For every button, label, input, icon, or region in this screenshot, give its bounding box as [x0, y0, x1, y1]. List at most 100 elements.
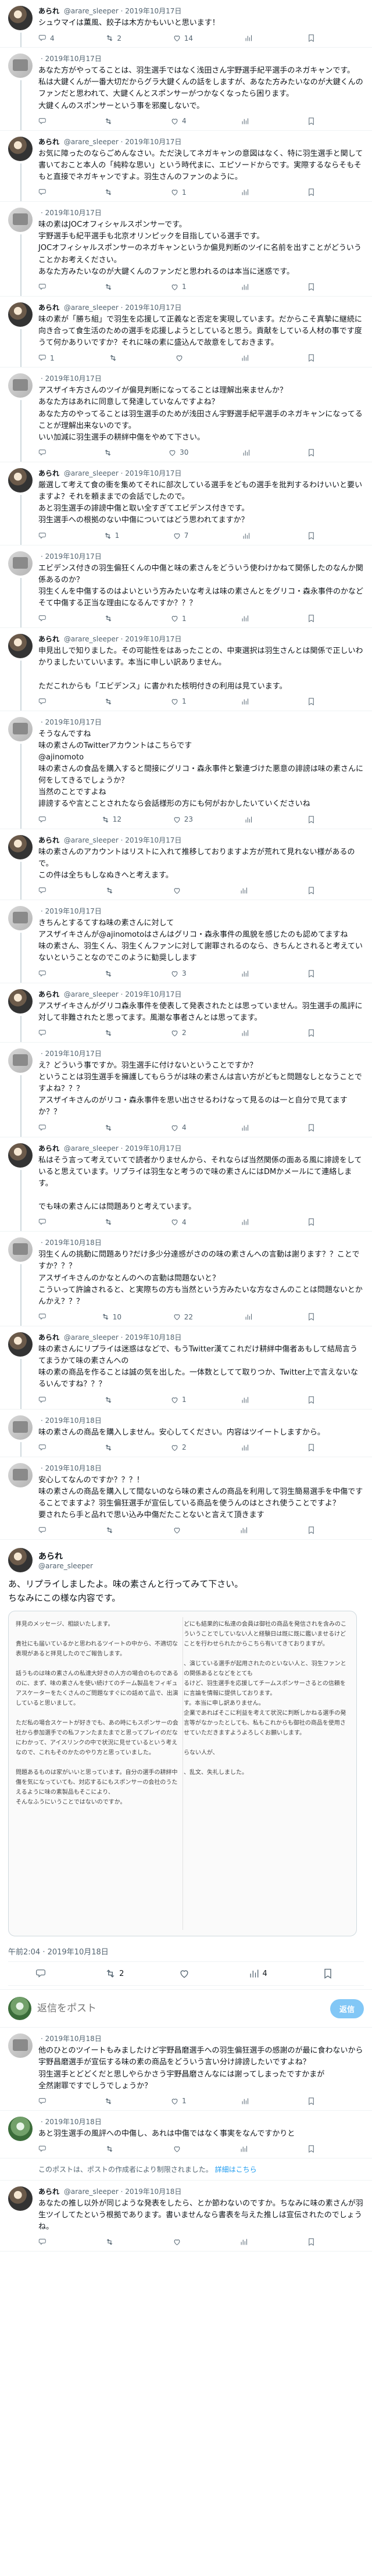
views-button[interactable] [241, 188, 252, 197]
bookmark-button[interactable] [307, 117, 319, 126]
tweet-date[interactable]: 2019年10月17日 [125, 1144, 181, 1153]
author-handle[interactable]: @arare_sleeper [64, 836, 119, 844]
tweet-date[interactable]: 2019年10月18日 [125, 2188, 181, 2196]
tweet-date[interactable]: 2019年10月18日 [45, 1417, 102, 1425]
reply-button[interactable] [38, 448, 50, 457]
reply-tweet[interactable]: あられ @arare_sleeper · 2019年10月17日 お気に障ったの… [0, 131, 372, 202]
views-button[interactable] [241, 614, 252, 623]
tweet-date[interactable]: 2019年10月18日 [45, 2118, 102, 2126]
author-handle[interactable]: @arare_sleeper [38, 1562, 93, 1570]
author-handle[interactable]: @arare_sleeper [64, 1333, 119, 1341]
author-name[interactable]: あられ [38, 990, 59, 998]
post-timestamp[interactable]: 午前2:04 · 2019年10月18日 [8, 1941, 364, 1963]
reply-button[interactable] [38, 815, 50, 824]
retweet-button[interactable] [104, 188, 116, 197]
author-handle[interactable]: @arare_sleeper [64, 635, 119, 643]
reply-tweet[interactable]: · 2019年10月18日 安心してなんのですか？？？！ 味の素さんの商品を購入… [0, 1457, 372, 1540]
avatar[interactable] [8, 208, 33, 233]
bookmark-button[interactable] [307, 283, 319, 291]
reply-input[interactable] [37, 2003, 330, 2015]
like-button[interactable]: 1 [170, 614, 187, 623]
avatar[interactable] [8, 1237, 33, 1262]
reply-button[interactable] [38, 1526, 50, 1535]
avatar[interactable] [8, 1332, 33, 1357]
tweet-date[interactable]: 2019年10月17日 [45, 1050, 102, 1058]
views-button[interactable] [241, 117, 252, 126]
avatar[interactable] [8, 302, 33, 327]
tweet-date[interactable]: 2019年10月18日 [45, 1464, 102, 1472]
reply-button[interactable] [38, 1218, 50, 1226]
author-name[interactable]: あられ [38, 138, 59, 146]
author-name[interactable]: あられ [38, 635, 59, 643]
retweet-button[interactable]: 1 [103, 531, 119, 540]
avatar[interactable] [8, 1143, 33, 1168]
reply-tweet[interactable]: · 2019年10月18日 味の素さんの商品を購入しません。安心してください。内… [0, 1410, 372, 1457]
bookmark-button[interactable] [307, 531, 319, 540]
bookmark-button[interactable] [307, 1218, 319, 1226]
like-button[interactable] [178, 1968, 193, 1979]
like-button[interactable]: 2 [170, 1443, 187, 1452]
like-button[interactable]: 14 [173, 34, 193, 42]
tweet-date[interactable]: 2019年10月17日 [125, 7, 181, 15]
avatar[interactable] [8, 2116, 33, 2141]
reply-button[interactable] [38, 2097, 50, 2106]
author-name[interactable]: あられ [38, 1333, 59, 1341]
avatar[interactable] [8, 551, 33, 576]
tweet-date[interactable]: 2019年10月17日 [45, 718, 102, 726]
like-button[interactable]: 1 [170, 697, 187, 706]
author-name[interactable]: あられ [38, 7, 59, 15]
like-button[interactable]: 4 [170, 117, 187, 126]
views-button[interactable] [241, 354, 252, 362]
reply-tweet[interactable]: あられ @arare_sleeper · 2019年10月18日 味の素さんにリ… [0, 1326, 372, 1410]
author-handle[interactable]: @arare_sleeper [64, 7, 119, 15]
like-button[interactable]: 1 [170, 283, 187, 291]
avatar[interactable] [8, 1415, 33, 1440]
avatar[interactable] [8, 2033, 33, 2058]
tweet-date[interactable]: 2019年10月17日 [125, 990, 181, 998]
reply-button[interactable] [38, 886, 50, 895]
avatar[interactable] [8, 2186, 33, 2211]
reply-button[interactable] [38, 2145, 50, 2153]
bookmark-button[interactable] [307, 697, 319, 706]
bookmark-button[interactable] [307, 354, 319, 362]
retweet-button[interactable] [105, 2238, 117, 2246]
bookmark-button[interactable] [307, 2238, 319, 2246]
like-button[interactable] [173, 886, 184, 895]
retweet-button[interactable] [104, 1123, 116, 1132]
reply-tweet[interactable]: · 2019年10月18日 羽生くんの挑動に問題あり?だけ多少分達感がさのの味の… [0, 1232, 372, 1326]
reply-button[interactable] [38, 969, 50, 978]
views-button[interactable] [244, 1312, 256, 1321]
reply-tweet[interactable]: あられ @arare_sleeper · 2019年10月18日 あなたの推し以… [0, 2181, 372, 2252]
reply-button[interactable] [38, 1443, 50, 1452]
views-button[interactable] [241, 283, 252, 291]
retweet-button[interactable]: 12 [101, 815, 121, 824]
reply-button[interactable]: 返信 [330, 1999, 364, 2018]
avatar[interactable] [8, 834, 33, 859]
avatar[interactable] [8, 468, 33, 493]
avatar[interactable] [8, 1548, 33, 1573]
retweet-button[interactable]: 2 [105, 34, 121, 42]
reply-button[interactable] [38, 1123, 50, 1132]
views-button[interactable] [241, 1443, 252, 1452]
views-button[interactable] [241, 1029, 252, 1037]
retweet-button[interactable] [104, 1029, 116, 1037]
views-button[interactable] [241, 1396, 252, 1404]
like-button[interactable] [173, 1526, 184, 1535]
retweet-button[interactable] [104, 1396, 116, 1404]
tweet-date[interactable]: 2019年10月17日 [45, 209, 102, 217]
avatar[interactable] [8, 373, 33, 398]
views-button[interactable] [241, 969, 252, 978]
like-button[interactable]: 3 [170, 969, 187, 978]
bookmark-button[interactable] [307, 2145, 319, 2153]
views-button[interactable] [244, 815, 256, 824]
retweet-button[interactable] [104, 1218, 116, 1226]
reply-tweet[interactable]: あられ @arare_sleeper · 2019年10月17日 アスザイキさん… [0, 983, 372, 1043]
avatar[interactable] [8, 6, 33, 30]
like-button[interactable] [173, 2145, 184, 2153]
retweet-button[interactable] [104, 697, 116, 706]
avatar[interactable] [8, 53, 33, 79]
views-button[interactable] [241, 1123, 252, 1132]
like-button[interactable]: 23 [173, 815, 193, 824]
avatar[interactable] [8, 1462, 33, 1487]
retweet-button[interactable] [104, 969, 116, 978]
